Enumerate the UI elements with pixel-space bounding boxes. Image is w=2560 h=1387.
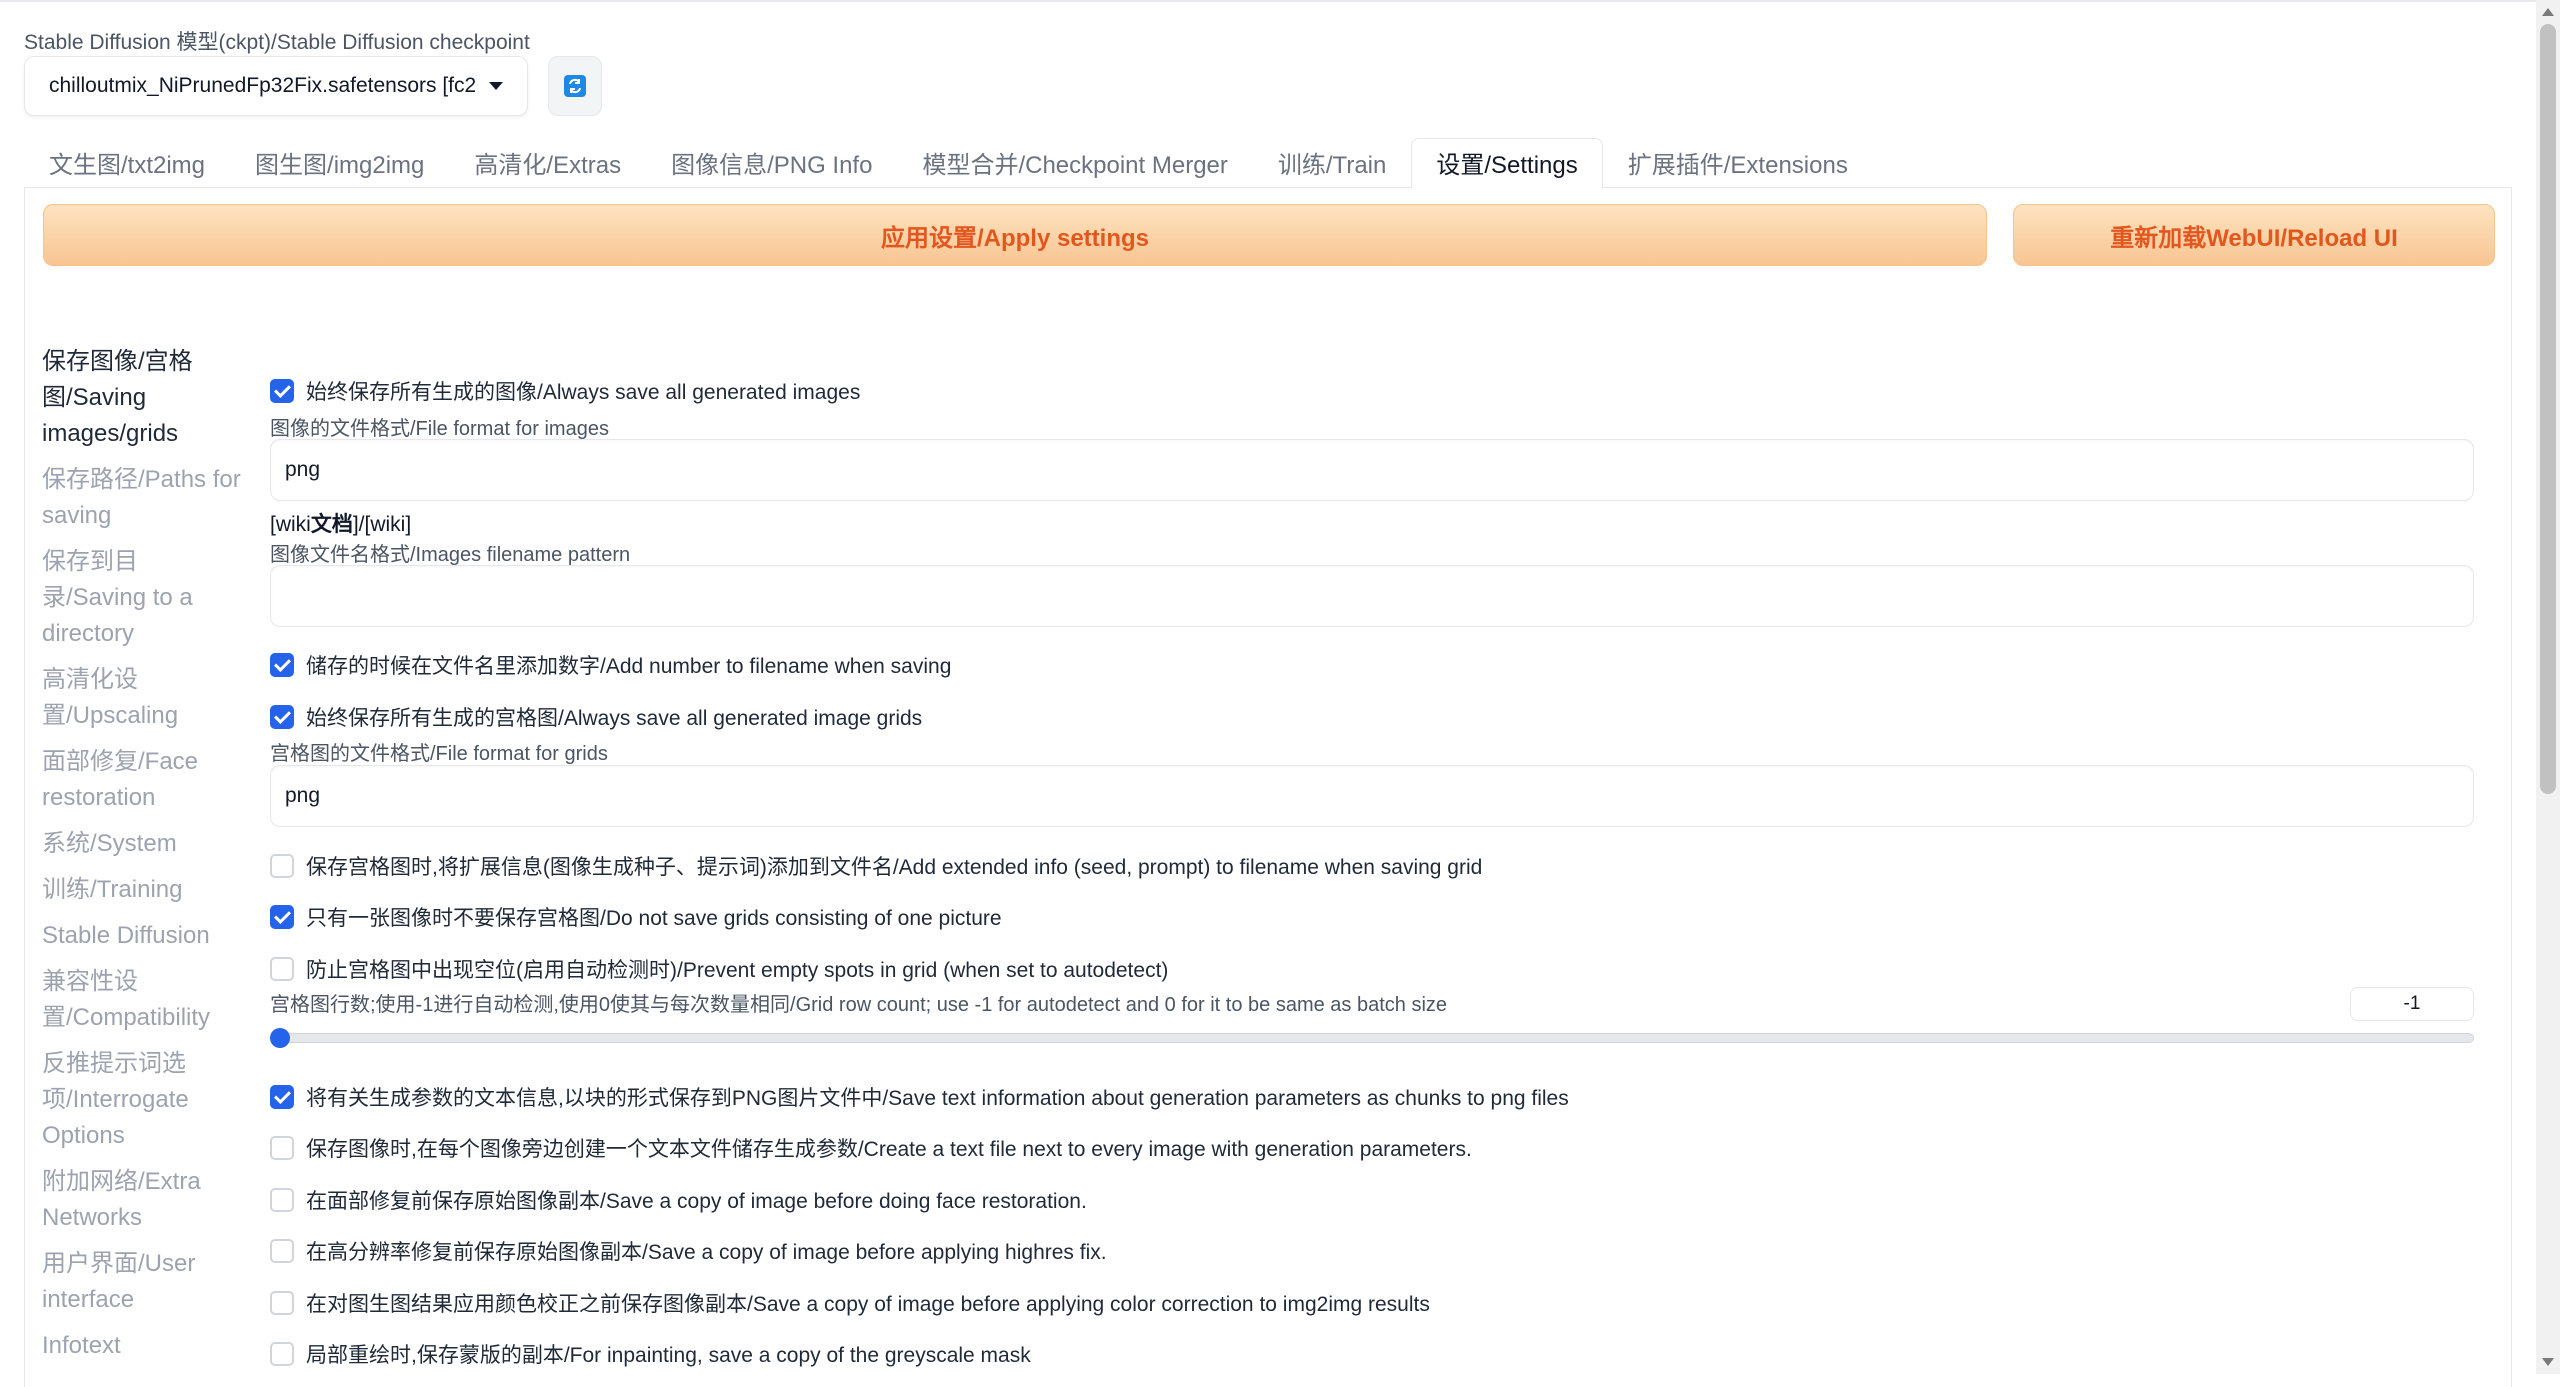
grid-row-count-label: 宫格图行数;使用-1进行自动检测,使用0使其与每次数量相同/Grid row c… xyxy=(270,994,1448,1016)
apply-settings-button[interactable]: 应用设置/Apply settings xyxy=(43,204,1987,266)
tab-png-info[interactable]: 图像信息/PNG Info xyxy=(646,138,897,188)
page-scrollbar[interactable] xyxy=(2536,0,2560,1374)
setting-save-png-info: 将有关生成参数的文本信息,以块的形式保存到PNG图片文件中/Save text … xyxy=(270,1082,1569,1112)
checkbox[interactable] xyxy=(270,957,294,981)
setting-label: 防止宫格图中出现空位(启用自动检测时)/Prevent empty spots … xyxy=(306,959,1169,982)
checkbox[interactable] xyxy=(270,854,294,878)
setting-grid-extended-info: 保存宫格图时,将扩展信息(图像生成种子、提示词)添加到文件名/Add exten… xyxy=(270,851,1482,881)
main-tabs: 文生图/txt2img 图生图/img2img 高清化/Extras 图像信息/… xyxy=(24,138,1873,188)
tab-checkpoint-merger[interactable]: 模型合并/Checkpoint Merger xyxy=(897,138,1252,188)
setting-save-before-face: 在面部修复前保存原始图像副本/Save a copy of image befo… xyxy=(270,1185,1087,1215)
refresh-checkpoint-button[interactable] xyxy=(548,56,602,116)
grid-format-input[interactable]: png xyxy=(270,765,2474,827)
setting-label: 将有关生成参数的文本信息,以块的形式保存到PNG图片文件中/Save text … xyxy=(306,1087,1569,1110)
chevron-down-icon xyxy=(489,82,503,90)
nav-item-user-interface[interactable]: 用户界面/User interface xyxy=(42,1246,242,1318)
setting-label: 保存宫格图时,将扩展信息(图像生成种子、提示词)添加到文件名/Add exten… xyxy=(306,856,1483,879)
setting-always-save-images: 始终保存所有生成的图像/Always save all generated im… xyxy=(270,376,860,406)
setting-grid-only-if-multiple: 只有一张图像时不要保存宫格图/Do not save grids consist… xyxy=(270,902,1002,932)
checkbox[interactable] xyxy=(270,1239,294,1263)
checkbox[interactable] xyxy=(270,653,294,677)
settings-nav: 保存图像/宫格图/Saving images/grids 保存路径/Paths … xyxy=(42,344,242,1374)
setting-label: 储存的时候在文件名里添加数字/Add number to filename wh… xyxy=(306,655,952,678)
setting-save-before-color: 在对图生图结果应用颜色校正之前保存图像副本/Save a copy of ima… xyxy=(270,1288,1430,1318)
checkbox[interactable] xyxy=(270,705,294,729)
checkbox[interactable] xyxy=(270,1188,294,1212)
setting-grid-prevent-empty: 防止宫格图中出现空位(启用自动检测时)/Prevent empty spots … xyxy=(270,954,1168,984)
setting-save-mask: 局部重绘时,保存蒙版的副本/For inpainting, save a cop… xyxy=(270,1339,1031,1369)
grid-row-count-input[interactable]: -1 xyxy=(2350,987,2474,1021)
tab-train[interactable]: 训练/Train xyxy=(1253,138,1411,188)
setting-label: 只有一张图像时不要保存宫格图/Do not save grids consist… xyxy=(306,907,1002,930)
nav-item-compatibility[interactable]: 兼容性设置/Compatibility xyxy=(42,964,242,1036)
nav-item-face-restoration[interactable]: 面部修复/Face restoration xyxy=(42,744,242,816)
tab-extensions[interactable]: 扩展插件/Extensions xyxy=(1603,138,1873,188)
nav-item-extra-networks[interactable]: 附加网络/Extra Networks xyxy=(42,1164,242,1236)
setting-label: 在高分辨率修复前保存原始图像副本/Save a copy of image be… xyxy=(306,1241,1107,1264)
nav-item-system[interactable]: 系统/System xyxy=(42,826,242,862)
top-border xyxy=(0,0,2560,2)
filename-pattern-input[interactable] xyxy=(270,565,2474,627)
scroll-up-arrow-icon[interactable] xyxy=(2542,8,2554,16)
grid-row-count-slider[interactable] xyxy=(270,1033,2474,1043)
file-format-input[interactable]: png xyxy=(270,439,2474,501)
nav-item-training[interactable]: 训练/Training xyxy=(42,872,242,908)
checkbox[interactable] xyxy=(270,905,294,929)
nav-item-saving-to-directory[interactable]: 保存到目录/Saving to a directory xyxy=(42,544,242,652)
setting-save-before-highres: 在高分辨率修复前保存原始图像副本/Save a copy of image be… xyxy=(270,1236,1107,1266)
setting-label: 保存图像时,在每个图像旁边创建一个文本文件储存生成参数/Create a tex… xyxy=(306,1138,1472,1161)
nav-item-infotext[interactable]: Infotext xyxy=(42,1328,242,1364)
setting-add-number: 储存的时候在文件名里添加数字/Add number to filename wh… xyxy=(270,650,951,680)
setting-label: 在面部修复前保存原始图像副本/Save a copy of image befo… xyxy=(306,1190,1087,1213)
reload-ui-button[interactable]: 重新加载WebUI/Reload UI xyxy=(2013,204,2495,266)
file-format-label: 图像的文件格式/File format for images xyxy=(270,418,609,440)
nav-item-stable-diffusion[interactable]: Stable Diffusion xyxy=(42,918,242,954)
nav-item-paths[interactable]: 保存路径/Paths for saving xyxy=(42,462,242,534)
nav-item-upscaling[interactable]: 高清化设置/Upscaling xyxy=(42,662,242,734)
checkbox[interactable] xyxy=(270,1342,294,1366)
scroll-down-arrow-icon[interactable] xyxy=(2542,1358,2554,1366)
tab-extras[interactable]: 高清化/Extras xyxy=(449,138,646,188)
filename-pattern-label: 图像文件名格式/Images filename pattern xyxy=(270,544,631,566)
tab-img2img[interactable]: 图生图/img2img xyxy=(230,138,449,188)
setting-always-save-grids: 始终保存所有生成的宫格图/Always save all generated i… xyxy=(270,702,922,732)
checkbox[interactable] xyxy=(270,1291,294,1315)
checkbox[interactable] xyxy=(270,1136,294,1160)
checkpoint-label: Stable Diffusion 模型(ckpt)/Stable Diffusi… xyxy=(24,31,530,54)
slider-thumb[interactable] xyxy=(270,1028,290,1048)
tab-settings[interactable]: 设置/Settings xyxy=(1411,138,1603,188)
refresh-icon xyxy=(564,75,586,97)
tab-txt2img[interactable]: 文生图/txt2img xyxy=(24,138,230,188)
checkbox[interactable] xyxy=(270,379,294,403)
setting-label: 局部重绘时,保存蒙版的副本/For inpainting, save a cop… xyxy=(306,1344,1031,1367)
nav-item-saving-images[interactable]: 保存图像/宫格图/Saving images/grids xyxy=(42,344,242,452)
checkpoint-dropdown[interactable]: chilloutmix_NiPrunedFp32Fix.safetensors … xyxy=(24,56,528,116)
grid-format-label: 宫格图的文件格式/File format for grids xyxy=(270,743,608,765)
setting-label: 始终保存所有生成的图像/Always save all generated im… xyxy=(306,381,861,404)
checkbox[interactable] xyxy=(270,1085,294,1109)
scrollbar-thumb[interactable] xyxy=(2540,24,2556,794)
nav-item-interrogate[interactable]: 反推提示词选项/Interrogate Options xyxy=(42,1046,242,1154)
setting-label: 始终保存所有生成的宫格图/Always save all generated i… xyxy=(306,707,923,730)
setting-save-txt: 保存图像时,在每个图像旁边创建一个文本文件储存生成参数/Create a tex… xyxy=(270,1133,1472,1163)
checkpoint-value: chilloutmix_NiPrunedFp32Fix.safetensors … xyxy=(49,74,475,97)
wiki-link[interactable]: [wiki文档]/[wiki] xyxy=(270,508,411,538)
setting-label: 在对图生图结果应用颜色校正之前保存图像副本/Save a copy of ima… xyxy=(306,1293,1430,1316)
